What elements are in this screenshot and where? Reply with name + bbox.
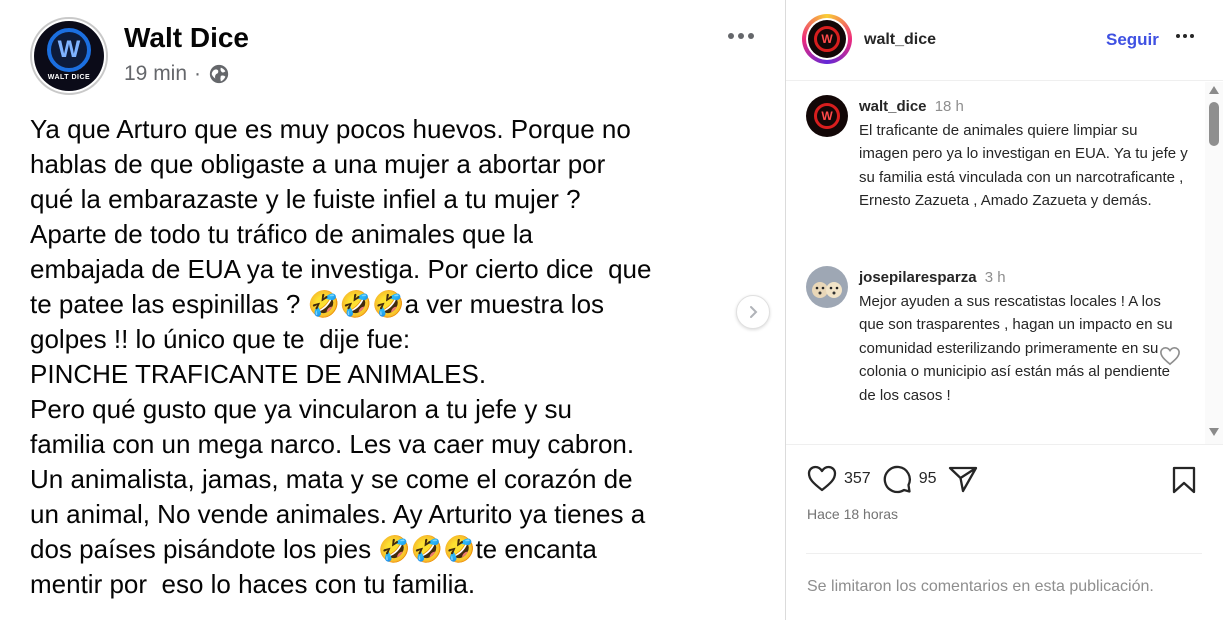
comment-icon[interactable]: [881, 463, 913, 495]
commenter-avatar[interactable]: [806, 266, 848, 308]
more-options-icon[interactable]: [1176, 34, 1194, 38]
ig-header: W walt_dice Seguir: [786, 0, 1223, 81]
comment-username[interactable]: josepilaresparza: [859, 269, 977, 286]
meta-separator: ·: [194, 62, 202, 85]
comment-time: 18 h: [934, 98, 964, 115]
post-time[interactable]: 19 min: [124, 62, 187, 86]
author-name[interactable]: Walt Dice: [124, 22, 249, 54]
scroll-up-arrow[interactable]: [1209, 86, 1219, 94]
logo-text: WALT DICE: [47, 73, 91, 81]
comments-list[interactable]: W walt_dice 18 h El traficante de animal…: [786, 82, 1206, 444]
follow-button[interactable]: Seguir: [1106, 30, 1159, 50]
bookmark-icon[interactable]: [1169, 465, 1199, 495]
comment-body: walt_dice 18 h El traficante de animales…: [859, 95, 1189, 213]
logo-letter: W: [57, 35, 81, 63]
profile-username[interactable]: walt_dice: [864, 31, 936, 49]
comment-body: josepilaresparza 3 h Mejor ayuden a sus …: [859, 266, 1189, 407]
instagram-panel: W walt_dice Seguir W walt_dice 18 h El t…: [785, 0, 1223, 620]
author-avatar[interactable]: W WALT DICE: [30, 17, 108, 95]
send-icon[interactable]: [947, 463, 979, 495]
comment-username[interactable]: walt_dice: [859, 98, 927, 115]
profile-avatar[interactable]: W: [802, 14, 852, 64]
comment-item: josepilaresparza 3 h Mejor ayuden a sus …: [806, 266, 1196, 444]
divider: [806, 553, 1202, 554]
comments-count[interactable]: 95: [919, 470, 937, 488]
heart-icon[interactable]: [806, 463, 838, 495]
walt-dice-logo: W WALT DICE: [34, 21, 104, 91]
scroll-down-arrow[interactable]: [1209, 428, 1219, 436]
post-meta: 19 min ·: [124, 62, 230, 86]
comments-scrollbar[interactable]: [1205, 82, 1223, 444]
comment-time: 3 h: [984, 269, 1006, 286]
comment-text: El traficante de animales quiere limpiar…: [859, 121, 1188, 210]
comment-text: Mejor ayuden a sus rescatistas locales !…: [859, 292, 1173, 404]
globe-icon[interactable]: [208, 63, 230, 85]
more-options-icon[interactable]: [723, 24, 759, 48]
chevron-right-icon[interactable]: [736, 295, 770, 329]
comments-limited-notice: Se limitaron los comentarios en esta pub…: [807, 578, 1154, 595]
post-actions: 357 95 Hace 18 horas Se limitaron los co…: [786, 444, 1223, 620]
comment-item: W walt_dice 18 h El traficante de animal…: [806, 95, 1196, 245]
post-date[interactable]: Hace 18 horas: [807, 506, 898, 522]
heart-outline-icon[interactable]: [1159, 346, 1181, 366]
post-body: Ya que Arturo que es muy pocos huevos. P…: [30, 114, 652, 599]
facebook-post: W WALT DICE Walt Dice 19 min · Ya que Ar…: [0, 0, 785, 620]
commenter-avatar[interactable]: W: [806, 95, 848, 137]
scroll-thumb[interactable]: [1209, 102, 1219, 146]
likes-count[interactable]: 357: [844, 470, 871, 488]
action-row: 357 95: [806, 463, 979, 495]
